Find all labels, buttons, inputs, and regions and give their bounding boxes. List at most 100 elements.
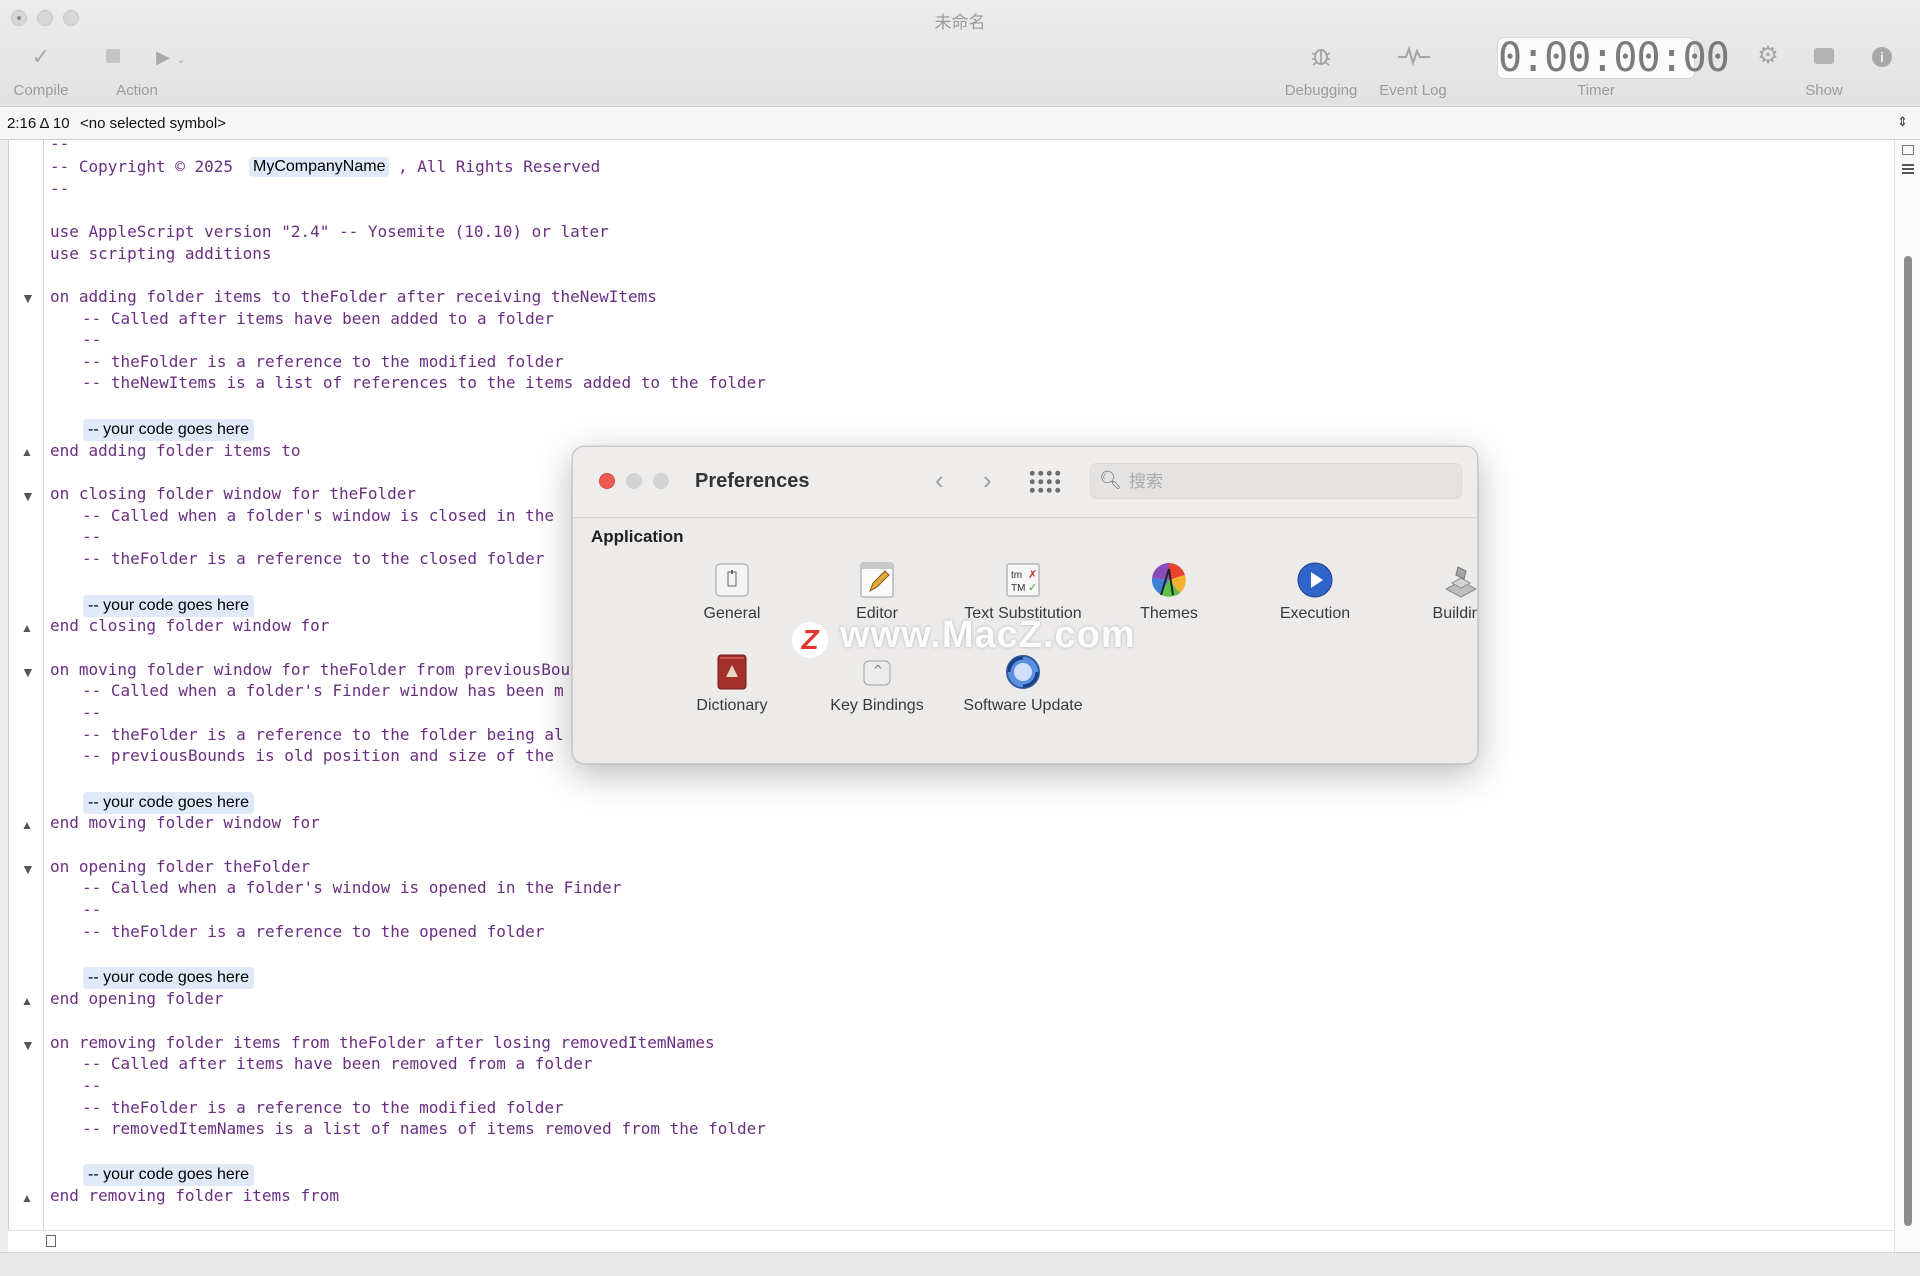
code-line: -- theNewItems is a list of references t…: [82, 373, 766, 392]
event-log-button[interactable]: Event Log: [1374, 0, 1452, 106]
code-line: end adding folder items to: [50, 441, 301, 460]
code-line: -- theFolder is a reference to the modif…: [82, 1098, 564, 1117]
fold-open-icon[interactable]: ▼: [21, 861, 35, 877]
pref-dictionary[interactable]: Dictionary: [659, 653, 805, 715]
waveform-icon: [1398, 45, 1430, 71]
preferences-close-button[interactable]: [599, 473, 615, 489]
pref-execution[interactable]: Execution: [1242, 561, 1388, 623]
pref-label: Software Update: [963, 697, 1083, 714]
symbol-popup[interactable]: <no selected symbol>: [80, 115, 226, 132]
fold-close-icon[interactable]: ▲: [21, 620, 33, 636]
briefcase-icon: [1814, 48, 1834, 64]
code-line: on adding folder items to theFolder afte…: [50, 287, 657, 306]
code-line: end opening folder: [50, 989, 224, 1008]
code-line: -- previousBounds is old position and si…: [82, 746, 555, 765]
svg-text:✓: ✓: [1028, 582, 1037, 594]
window-toolbar: 未命名 ✓ Compile ▶ ⌄ Action Debugging Event…: [0, 0, 1920, 107]
code-line: --: [82, 1076, 102, 1095]
timer-group: Timer: [1497, 0, 1695, 106]
code-line: -- removedItemNames is a list of names o…: [82, 1119, 766, 1138]
code-line: --: [50, 134, 70, 153]
code-line: on opening folder theFolder: [50, 857, 311, 876]
watermark-text: www.MacZ.com: [840, 614, 1136, 656]
code-line: use AppleScript version "2.4" -- Yosemit…: [50, 222, 609, 241]
preferences-header: Preferences ‹ › 🔍︎: [573, 447, 1477, 518]
code-placeholder[interactable]: -- your code goes here: [83, 1164, 254, 1186]
checkmark-icon: ✓: [31, 44, 51, 69]
code-line: --: [82, 703, 102, 722]
fold-close-icon[interactable]: ▲: [21, 993, 33, 1009]
run-icon[interactable]: ▶: [154, 46, 172, 68]
code-placeholder[interactable]: -- your code goes here: [83, 967, 254, 989]
fold-open-icon[interactable]: ▼: [21, 1037, 35, 1053]
window-bottom-bar: [0, 1252, 1920, 1276]
symbol-stepper-icon[interactable]: ⇕: [1897, 114, 1908, 130]
fold-open-icon[interactable]: ▼: [21, 488, 35, 504]
split-view-icon[interactable]: [46, 1235, 56, 1247]
svg-text:✗: ✗: [1028, 569, 1037, 581]
search-input[interactable]: [1127, 469, 1451, 495]
code-line: -- Called when a folder's Finder window …: [82, 681, 564, 700]
show-all-grid-icon[interactable]: [1028, 469, 1062, 495]
compile-label: Compile: [13, 82, 69, 99]
themes-icon: [1150, 561, 1188, 599]
bug-icon: [1309, 44, 1333, 72]
compile-button[interactable]: ✓ Compile: [2, 0, 80, 106]
code-line: -- Called after items have been removed …: [82, 1054, 593, 1073]
show-button[interactable]: Show: [1790, 0, 1858, 106]
debugging-button[interactable]: Debugging: [1280, 0, 1362, 106]
fold-close-icon[interactable]: ▲: [21, 1190, 33, 1206]
gear-icon[interactable]: ⚙: [1754, 44, 1782, 68]
company-name-token[interactable]: MyCompanyName: [249, 157, 390, 177]
preferences-search[interactable]: 🔍︎: [1090, 463, 1462, 499]
pref-general[interactable]: General: [659, 561, 805, 623]
code-line: --: [50, 179, 70, 198]
forward-chevron-icon[interactable]: ›: [983, 467, 992, 493]
code-line: -- theFolder is a reference to the close…: [82, 549, 545, 568]
back-chevron-icon[interactable]: ‹: [935, 467, 944, 493]
split-editor-icon[interactable]: [1902, 145, 1914, 155]
section-heading: Application: [591, 527, 684, 546]
watermark-logo: Z: [792, 622, 828, 658]
code-line: --: [82, 900, 102, 919]
editor-bottom-strip: [8, 1230, 1894, 1252]
action-group: ▶ ⌄ Action: [96, 0, 190, 106]
chevron-down-icon[interactable]: ⌄: [176, 49, 186, 71]
code-placeholder[interactable]: -- your code goes here: [83, 419, 254, 441]
event-log-label: Event Log: [1379, 82, 1447, 99]
code-line: end removing folder items from: [50, 1186, 339, 1205]
key-bindings-icon: ^: [858, 653, 896, 691]
fold-open-icon[interactable]: ▼: [21, 664, 35, 680]
vertical-scrollbar[interactable]: [1894, 140, 1920, 1252]
svg-text:TM: TM: [1011, 583, 1025, 594]
fold-open-icon[interactable]: ▼: [21, 290, 35, 306]
code-line: -- Called when a folder's window is clos…: [82, 506, 555, 525]
code-line: on moving folder window for theFolder fr…: [50, 660, 571, 679]
navigation-bar: 2:16 Δ 10 <no selected symbol> ⇕: [0, 107, 1920, 140]
pref-software-update[interactable]: Software Update: [950, 653, 1096, 715]
code-line: -- Called after items have been added to…: [82, 309, 555, 328]
stop-icon[interactable]: [106, 49, 120, 63]
pref-building[interactable]: Building: [1388, 561, 1477, 623]
code-line: on closing folder window for theFolder: [50, 484, 417, 503]
fold-close-icon[interactable]: ▲: [21, 817, 33, 833]
list-view-icon[interactable]: [1902, 164, 1914, 176]
debugging-label: Debugging: [1284, 82, 1358, 99]
preferences-zoom-button[interactable]: [653, 473, 669, 489]
general-icon: [713, 561, 751, 599]
code-placeholder[interactable]: -- your code goes here: [83, 595, 254, 617]
pref-key-bindings[interactable]: ^ Key Bindings: [804, 653, 950, 715]
scroll-thumb[interactable]: [1904, 256, 1912, 1226]
code-line: --: [82, 330, 102, 349]
preferences-window: Preferences ‹ › 🔍︎ Application General E…: [572, 446, 1478, 764]
code-line: --: [82, 527, 102, 546]
preferences-minimize-button[interactable]: [626, 473, 642, 489]
action-label: Action: [116, 82, 158, 99]
code-placeholder[interactable]: -- your code goes here: [83, 792, 254, 814]
dictionary-icon: [713, 653, 751, 691]
svg-text:tm: tm: [1011, 570, 1022, 581]
code-line: , All Rights Reserved: [398, 157, 601, 176]
fold-close-icon[interactable]: ▲: [21, 444, 33, 460]
info-icon[interactable]: i: [1872, 47, 1892, 67]
preferences-title: Preferences: [695, 470, 810, 492]
